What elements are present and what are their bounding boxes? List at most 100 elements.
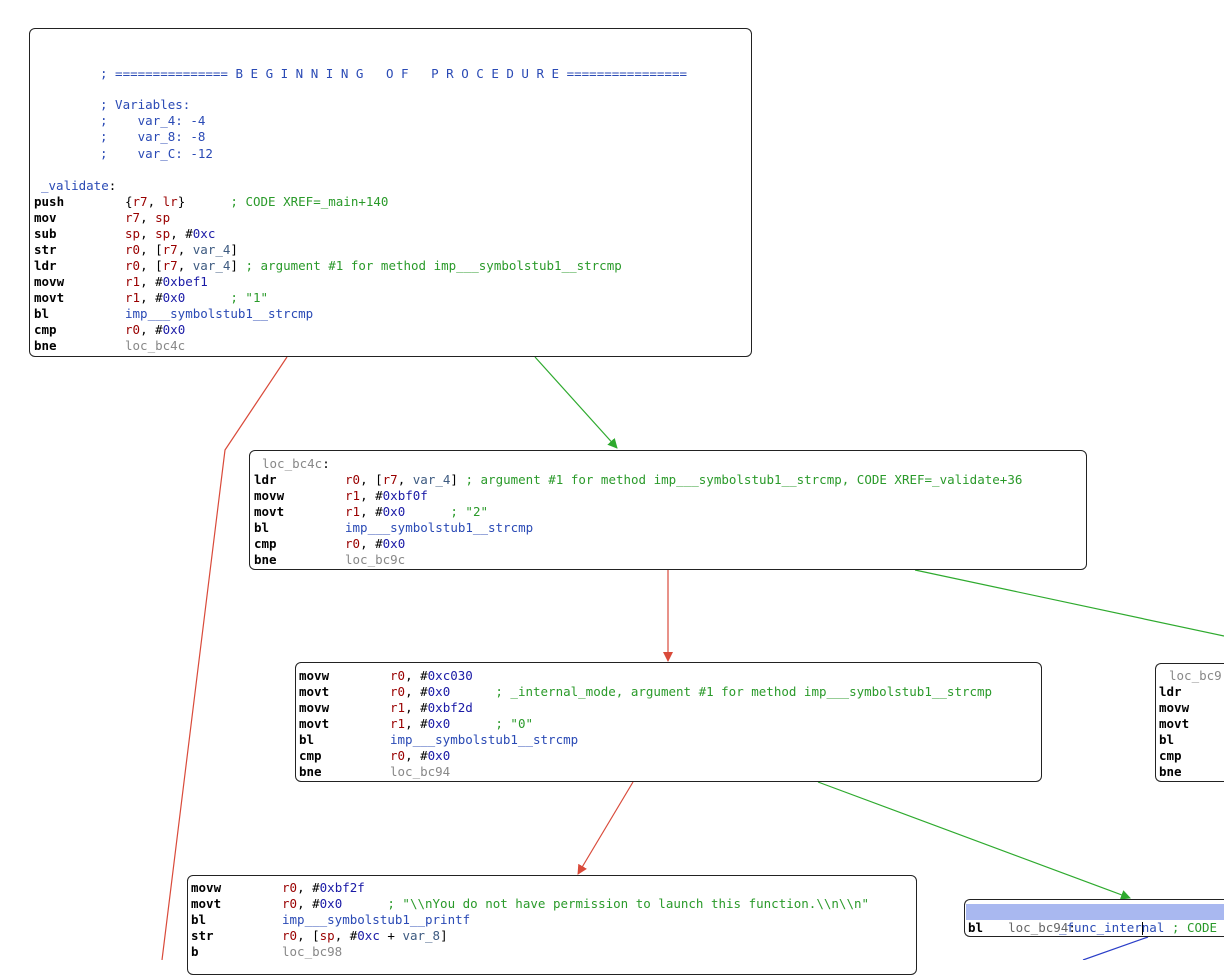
mnemonic: movw: [1159, 700, 1190, 715]
operands: r0, [r7, var_4]: [125, 242, 238, 257]
operands: r0, #0xc030: [390, 668, 473, 683]
mnemonic: bl: [299, 732, 315, 747]
operands: r1, #0xbef1: [125, 274, 208, 289]
mnemonic: bl: [191, 912, 207, 927]
block-validate[interactable]: ; =============== B E G I N N I N G O F …: [29, 28, 752, 357]
comment: ; "2": [450, 504, 489, 519]
block-loc-bc9c[interactable]: loc_bc9 ldr movw movt bl cmp bne: [1155, 663, 1224, 782]
edge-bc94-out: [1082, 936, 1149, 960]
block-loc-bc4c[interactable]: loc_bc4c: ldr r0, [r7, var_4] ; argument …: [249, 450, 1087, 570]
mnemonic: movt: [254, 504, 285, 519]
block-label[interactable]: loc_bc9: [1169, 668, 1222, 683]
operands: r7, sp: [125, 210, 171, 225]
operands: r0, #0x0: [345, 536, 406, 551]
operands: r1, #0xbf0f: [345, 488, 428, 503]
mnemonic: movw: [299, 700, 330, 715]
mnemonic: movt: [299, 684, 330, 699]
instruction-row[interactable]: cmp r0, #0x0: [299, 748, 1039, 764]
edge-validate-fallthrough: [161, 356, 288, 960]
operands: r0, #0x0 ; "\\nYou do not have permissio…: [282, 896, 870, 911]
mnemonic: movt: [34, 290, 65, 305]
operands: _func_internal ; CODE: [1059, 920, 1218, 935]
mnemonic: cmp: [34, 322, 57, 337]
instruction-row[interactable]: cmp r0, #0x0: [34, 322, 749, 338]
mnemonic: bl: [968, 920, 984, 935]
comment: ; argument #1 for method imp___symbolstu…: [245, 258, 622, 273]
operands: imp___symbolstub1__strcmp: [125, 306, 314, 321]
block-label[interactable]: loc_bc4c: [262, 456, 322, 471]
operands: r0, [r7, var_4] ; argument #1 for method…: [345, 472, 1023, 487]
edge-validate-to-bc4c: [534, 356, 618, 449]
instruction-row[interactable]: bl imp___symbolstub1__strcmp: [254, 520, 1084, 536]
operands: r1, #0x0 ; "1": [125, 290, 269, 305]
variables-header: ; Variables:: [100, 97, 191, 112]
instruction-row[interactable]: mov r7, sp: [34, 210, 749, 226]
edge-bc4c-to-bc9c: [914, 569, 1224, 637]
mnemonic: bl: [1159, 732, 1175, 747]
operands: imp___symbolstub1__printf: [282, 912, 471, 927]
instruction-row[interactable]: movt r1, #0x0 ; "0": [299, 716, 1039, 732]
instruction-row[interactable]: bl imp___symbolstub1__strcmp: [34, 306, 749, 322]
instruction-row[interactable]: sub sp, sp, #0xc: [34, 226, 749, 242]
edge-internal-to-permission: [577, 781, 634, 875]
mnemonic: bne: [1159, 764, 1182, 779]
operands: r1, #0x0 ; "2": [345, 504, 489, 519]
mnemonic: b: [191, 944, 199, 959]
instruction-row[interactable]: movw r1, #0xbf0f: [254, 488, 1084, 504]
instruction-row[interactable]: movt r0, #0x0 ; "\\nYou do not have permi…: [191, 896, 913, 912]
variable-entry: var_C: -12: [137, 146, 213, 161]
operands: r0, [r7, var_4] ; argument #1 for method…: [125, 258, 622, 273]
instruction-row[interactable]: bne loc_bc9c: [254, 552, 1084, 568]
instruction-row[interactable]: str r0, [r7, var_4]: [34, 242, 749, 258]
instruction-row[interactable]: movt r1, #0x0 ; "2": [254, 504, 1084, 520]
instruction-row[interactable]: push {r7, lr} ; CODE XREF=_main+140: [34, 194, 749, 210]
instruction-row[interactable]: ldr r0, [r7, var_4] ; argument #1 for met…: [34, 258, 749, 274]
comment: ; "\\nYou do not have permission to laun…: [387, 896, 870, 911]
block-loc-bc94[interactable]: loc_bc94: bl _func_internal ; CODE: [964, 899, 1224, 937]
mnemonic: cmp: [1159, 748, 1182, 763]
mnemonic: movt: [191, 896, 222, 911]
mnemonic: cmp: [254, 536, 277, 551]
mnemonic: bne: [34, 338, 57, 353]
block-internal-mode-check[interactable]: movw r0, #0xc030 movt r0, #0x0 ; _internal_…: [295, 662, 1042, 782]
operands: r0, #0x0 ; _internal_mode, argument #1 f…: [390, 684, 993, 699]
instruction-row[interactable]: movw r0, #0xc030: [299, 668, 1039, 684]
procedure-label[interactable]: _validate: [41, 178, 109, 193]
instruction-row[interactable]: movt r0, #0x0 ; _internal_mode, argument …: [299, 684, 1039, 700]
comment: ; "1": [230, 290, 269, 305]
mnemonic: str: [191, 928, 214, 943]
mnemonic: bne: [299, 764, 322, 779]
mnemonic: str: [34, 242, 57, 257]
instruction-row[interactable]: bl _func_internal ; CODE: [968, 920, 1224, 936]
instruction-row[interactable]: bne loc_bc4c: [34, 338, 749, 354]
comment: ; CODE: [1171, 920, 1218, 935]
instruction-row[interactable]: str r0, [sp, #0xc + var_8]: [191, 928, 913, 944]
operands: imp___symbolstub1__strcmp: [390, 732, 579, 747]
procedure-banner: ; =============== B E G I N N I N G O F …: [100, 66, 687, 81]
instruction-row[interactable]: movw r1, #0xbef1: [34, 274, 749, 290]
instruction-row[interactable]: bl imp___symbolstub1__strcmp: [299, 732, 1039, 748]
instruction-row[interactable]: b loc_bc98: [191, 944, 913, 960]
block-permission-denied[interactable]: movw r0, #0xbf2f movt r0, #0x0 ; "\\nYou do…: [187, 875, 917, 975]
mnemonic: bl: [34, 306, 50, 321]
comment: ; argument #1 for method imp___symbolstu…: [465, 472, 1023, 487]
mnemonic: movw: [34, 274, 65, 289]
mnemonic: cmp: [299, 748, 322, 763]
operands: r0, [sp, #0xc + var_8]: [282, 928, 448, 943]
mnemonic: ldr: [254, 472, 277, 487]
instruction-row[interactable]: movw r0, #0xbf2f: [191, 880, 913, 896]
instruction-row[interactable]: ldr r0, [r7, var_4] ; argument #1 for met…: [254, 472, 1084, 488]
mnemonic: movw: [299, 668, 330, 683]
operands: r0, #0x0: [125, 322, 186, 337]
instruction-row[interactable]: cmp r0, #0x0: [254, 536, 1084, 552]
instruction-row[interactable]: movw r1, #0xbf2d: [299, 700, 1039, 716]
variable-entry: var_4: -4: [137, 113, 206, 128]
instruction-row[interactable]: movt r1, #0x0 ; "1": [34, 290, 749, 306]
instruction-row[interactable]: bne loc_bc94: [299, 764, 1039, 780]
mnemonic: ldr: [34, 258, 57, 273]
mnemonic: movw: [254, 488, 285, 503]
operands: {r7, lr} ; CODE XREF=_main+140: [125, 194, 389, 209]
operands: r0, #0x0: [390, 748, 451, 763]
comment: ; CODE XREF=_main+140: [230, 194, 389, 209]
instruction-row[interactable]: bl imp___symbolstub1__printf: [191, 912, 913, 928]
